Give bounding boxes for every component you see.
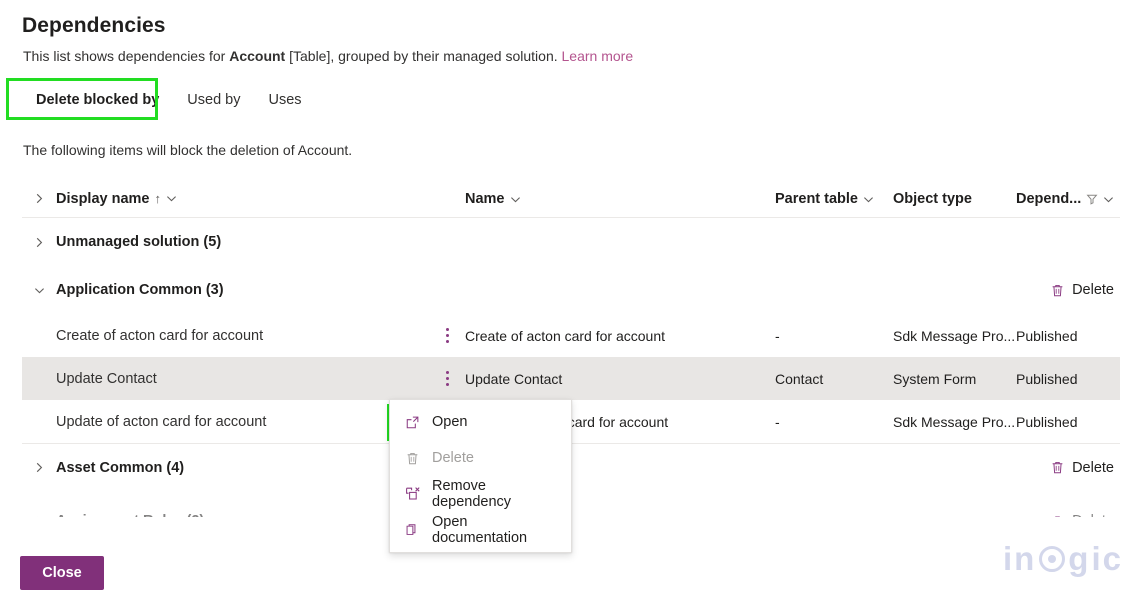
chevron-down-icon[interactable]	[166, 193, 177, 204]
documentation-icon	[404, 522, 421, 539]
kebab-menu-icon	[446, 371, 449, 386]
context-menu-item-open-documentation[interactable]: Open documentation	[390, 512, 571, 548]
row-dependency-status: Published	[1016, 327, 1078, 344]
group-label: Assignment Rules (2)	[56, 513, 204, 517]
watermark-ring-icon	[1039, 546, 1066, 572]
table-row[interactable]: Update Contact Update Contact Contact Sy…	[22, 357, 1120, 400]
context-menu-item-open[interactable]: Open	[390, 404, 571, 440]
row-parent-table: Contact	[775, 370, 824, 387]
expand-all-chevron-icon[interactable]	[22, 193, 56, 204]
info-line: The following items will block the delet…	[23, 142, 353, 158]
context-menu-item-open-label: Open	[432, 414, 468, 430]
group-delete-button[interactable]: Delete	[1044, 509, 1120, 517]
tab-uses[interactable]: Uses	[255, 84, 316, 116]
group-row-application-common[interactable]: Application Common (3) Delete	[22, 266, 1120, 314]
row-more-options-button[interactable]	[430, 371, 465, 386]
row-display-name: Create of acton card for account	[56, 327, 264, 344]
row-name: Create of acton card for account	[465, 327, 665, 344]
row-parent-table: -	[775, 413, 780, 430]
row-object-type: System Form	[893, 370, 977, 387]
row-dependency-status: Published	[1016, 413, 1078, 430]
group-expand-chevron-icon[interactable]	[22, 462, 56, 473]
chevron-down-icon[interactable]	[863, 194, 874, 205]
grid-header-row: Display name ↑ Name Parent table Object …	[22, 180, 1120, 218]
column-header-parent-table[interactable]: Parent table	[775, 190, 893, 207]
subtitle-pre-text: This list shows dependencies for	[23, 48, 230, 64]
subtitle-post-text: [Table], grouped by their managed soluti…	[285, 48, 562, 64]
group-delete-label: Delete	[1072, 459, 1114, 476]
column-header-name[interactable]: Name	[465, 190, 775, 207]
watermark-text-part1: in	[1002, 540, 1037, 577]
trash-icon	[1052, 515, 1063, 517]
trash-icon	[404, 450, 421, 467]
page-subtitle: This list shows dependencies for Account…	[23, 48, 633, 64]
column-header-display-name-label: Display name	[56, 190, 150, 207]
remove-dependency-icon	[404, 486, 421, 503]
kebab-menu-icon	[446, 328, 449, 343]
column-header-display-name[interactable]: Display name ↑	[56, 191, 430, 207]
group-delete-label: Delete	[1072, 513, 1114, 517]
trash-icon	[1052, 284, 1063, 296]
page-title: Dependencies	[22, 14, 166, 37]
learn-more-link[interactable]: Learn more	[562, 48, 634, 64]
column-header-parent-table-label: Parent table	[775, 191, 858, 207]
row-object-type: Sdk Message Pro...	[893, 327, 1016, 344]
column-header-name-label: Name	[465, 191, 505, 207]
row-name: Update Contact	[465, 370, 563, 387]
filter-icon[interactable]	[1086, 193, 1098, 205]
open-external-icon	[404, 414, 421, 431]
context-menu-item-remove-dependency-label: Remove dependency	[432, 478, 512, 510]
row-context-menu: Open Delete Remove dependency Open docum…	[389, 399, 572, 553]
row-display-name: Update of acton card for account	[56, 413, 267, 430]
group-delete-button[interactable]: Delete	[1044, 278, 1120, 302]
context-menu-item-delete-label: Delete	[432, 450, 474, 466]
group-expand-chevron-icon[interactable]	[22, 516, 56, 517]
sort-ascending-icon: ↑	[154, 191, 162, 206]
row-parent-table: -	[775, 327, 780, 344]
inogic-watermark-logo: in g ic	[1003, 540, 1123, 578]
watermark-text-part3: ic	[1091, 540, 1123, 577]
group-delete-label: Delete	[1072, 282, 1114, 298]
column-header-dependency-label: Depend...	[1016, 191, 1082, 207]
row-dependency-status: Published	[1016, 370, 1078, 387]
column-header-object-type-label: Object type	[893, 191, 972, 207]
group-label: Asset Common (4)	[56, 459, 185, 476]
row-display-name: Update Contact	[56, 370, 157, 387]
group-expand-chevron-icon[interactable]	[22, 237, 56, 248]
group-row-unmanaged-solution[interactable]: Unmanaged solution (5)	[22, 218, 1120, 266]
context-menu-item-delete: Delete	[390, 440, 571, 476]
table-row[interactable]: Create of acton card for account Create …	[22, 314, 1120, 357]
tab-delete-blocked-by[interactable]: Delete blocked by	[22, 84, 173, 116]
group-delete-button[interactable]: Delete	[1044, 456, 1120, 480]
row-object-type: Sdk Message Pro...	[893, 413, 1016, 430]
chevron-down-icon[interactable]	[1103, 194, 1114, 205]
subtitle-entity-name: Account	[229, 48, 286, 64]
tab-used-by[interactable]: Used by	[173, 84, 254, 116]
context-menu-item-remove-dependency[interactable]: Remove dependency	[390, 476, 571, 512]
group-collapse-chevron-icon[interactable]	[22, 285, 56, 296]
watermark-text-part2: g	[1068, 540, 1091, 577]
context-menu-item-open-documentation-label: Open documentation	[432, 514, 528, 546]
close-button[interactable]: Close	[20, 556, 104, 590]
column-header-object-type[interactable]: Object type	[893, 190, 1016, 207]
group-label: Unmanaged solution (5)	[56, 234, 222, 250]
row-more-options-button[interactable]	[430, 328, 465, 343]
chevron-down-icon[interactable]	[510, 194, 521, 205]
group-label: Application Common (3)	[56, 282, 224, 298]
trash-icon	[1052, 461, 1063, 474]
pivot-tablist: Delete blocked by Used by Uses	[22, 84, 316, 116]
column-header-dependency[interactable]: Depend...	[1016, 190, 1114, 207]
